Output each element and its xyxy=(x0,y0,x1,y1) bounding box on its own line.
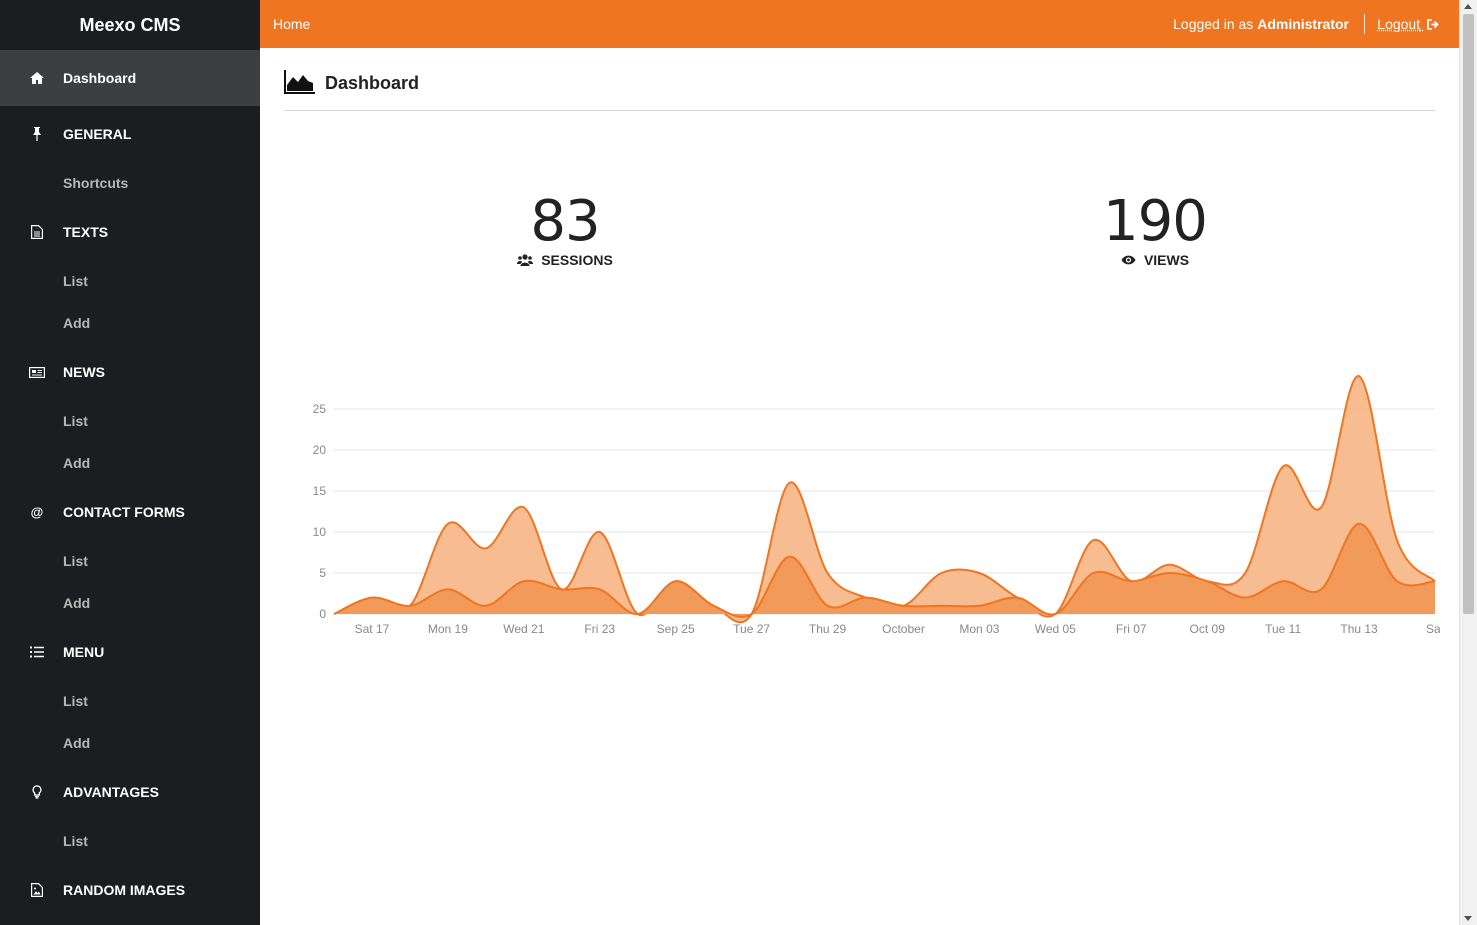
document-icon xyxy=(27,222,47,242)
sidebar-item-general[interactable]: GENERAL xyxy=(0,106,260,162)
logout-label: Logout xyxy=(1377,16,1421,32)
x-tick-label: Sep 25 xyxy=(657,622,695,636)
sign-out-icon xyxy=(1427,19,1439,30)
x-tick-label: Mon 03 xyxy=(959,622,999,636)
sidebar-sub-texts-list[interactable]: List xyxy=(63,273,88,289)
sidebar-item-random-images[interactable]: RANDOM IMAGES xyxy=(0,862,260,918)
home-icon xyxy=(27,68,47,88)
logged-in-user: Administrator xyxy=(1257,16,1349,32)
sessions-count: 83 xyxy=(530,189,600,254)
sidebar-item-label: MENU xyxy=(63,644,105,660)
pin-icon xyxy=(27,124,47,144)
sidebar-item-label: NEWS xyxy=(63,364,105,380)
sidebar: Meexo CMS Dashboard GENERAL Shortcuts TE… xyxy=(0,0,260,925)
at-icon: @ xyxy=(27,502,47,522)
x-tick-label: October xyxy=(882,622,925,636)
sidebar-item-label: CONTACT FORMS xyxy=(63,504,185,520)
logged-in-info: Logged in as Administrator xyxy=(1173,16,1349,32)
y-tick-label: 25 xyxy=(313,402,327,416)
sidebar-item-label: Dashboard xyxy=(63,70,137,86)
x-tick-label: Tue 27 xyxy=(733,622,770,636)
top-bar: Home Logged in as Administrator Logout xyxy=(260,0,1459,48)
sidebar-item-label: TEXTS xyxy=(63,224,109,240)
sidebar-sub-advantages-list[interactable]: List xyxy=(63,833,88,849)
topbar-divider xyxy=(1364,14,1365,34)
list-icon xyxy=(27,642,47,662)
x-tick-label: Sat 17 xyxy=(355,622,390,636)
sidebar-sub-news-add[interactable]: Add xyxy=(63,455,90,471)
sidebar-sub-general-shortcuts[interactable]: Shortcuts xyxy=(63,175,128,191)
sidebar-sub-texts-add[interactable]: Add xyxy=(63,315,90,331)
views-label: VIEWS xyxy=(1143,252,1190,268)
x-tick-label: Thu 13 xyxy=(1340,622,1378,636)
sessions-label: SESSIONS xyxy=(541,252,613,268)
sidebar-sub-news-list[interactable]: List xyxy=(63,413,88,429)
home-link[interactable]: Home xyxy=(273,16,310,32)
x-tick-label: Fri 23 xyxy=(584,622,615,636)
y-tick-label: 15 xyxy=(313,484,327,498)
users-icon xyxy=(517,254,534,266)
logged-in-prefix: Logged in as xyxy=(1173,16,1254,32)
scroll-up-arrow[interactable] xyxy=(1464,4,1472,9)
x-tick-label: Mon 19 xyxy=(428,622,468,636)
y-tick-label: 10 xyxy=(313,525,327,539)
x-tick-label: Wed 21 xyxy=(503,622,544,636)
x-tick-label: Thu 29 xyxy=(809,622,847,636)
newspaper-icon xyxy=(27,362,47,382)
views-label-row: VIEWS xyxy=(1070,252,1240,268)
page-header: Dashboard xyxy=(284,66,1435,111)
x-tick-label: Tue 11 xyxy=(1265,622,1301,636)
sidebar-item-contact-forms[interactable]: @ CONTACT FORMS xyxy=(0,484,260,540)
sidebar-item-texts[interactable]: TEXTS xyxy=(0,204,260,260)
sidebar-sub-menu-add[interactable]: Add xyxy=(63,735,90,751)
image-file-icon xyxy=(27,880,47,900)
vertical-scrollbar[interactable] xyxy=(1459,0,1477,925)
views-count: 190 xyxy=(1103,189,1208,254)
brand-title[interactable]: Meexo CMS xyxy=(0,0,260,50)
area-chart-icon xyxy=(284,70,315,99)
sidebar-item-dashboard[interactable]: Dashboard xyxy=(0,50,260,106)
sidebar-sub-contact-add[interactable]: Add xyxy=(63,595,90,611)
sidebar-item-label: ADVANTAGES xyxy=(63,784,159,800)
x-tick-label: Fri 07 xyxy=(1116,622,1147,636)
x-tick-label: Oct 09 xyxy=(1190,622,1226,636)
scrollbar-thumb[interactable] xyxy=(1463,14,1474,614)
page-title: Dashboard xyxy=(325,73,420,93)
y-tick-label: 20 xyxy=(313,443,327,457)
sidebar-item-label: GENERAL xyxy=(63,126,132,142)
x-tick-label: Sat xyxy=(1426,622,1440,636)
sidebar-item-advantages[interactable]: ADVANTAGES xyxy=(0,764,260,820)
x-tick-label: Wed 05 xyxy=(1035,622,1076,636)
logout-button[interactable]: Logout xyxy=(1377,16,1440,32)
sessions-stat: 83 SESSIONS xyxy=(480,194,650,268)
scroll-down-arrow[interactable] xyxy=(1464,916,1472,921)
sidebar-item-news[interactable]: NEWS xyxy=(0,344,260,400)
eye-icon xyxy=(1121,255,1136,265)
svg-text:@: @ xyxy=(31,505,44,519)
sidebar-item-label: RANDOM IMAGES xyxy=(63,882,186,898)
views-stat: 190 VIEWS xyxy=(1070,189,1240,269)
y-tick-label: 5 xyxy=(319,566,326,580)
lightbulb-icon xyxy=(27,782,47,802)
sidebar-sub-menu-list[interactable]: List xyxy=(63,693,88,709)
sidebar-sub-contact-list[interactable]: List xyxy=(63,553,88,569)
sidebar-item-menu[interactable]: MENU xyxy=(0,624,260,680)
y-tick-label: 0 xyxy=(319,607,326,621)
sessions-views-area-chart: 0 5 10 15 20 25 Sat 17 Mon 19 Wed 21 Fri 23 Sep 25… xyxy=(313,375,1440,636)
sessions-label-row: SESSIONS xyxy=(480,252,650,268)
